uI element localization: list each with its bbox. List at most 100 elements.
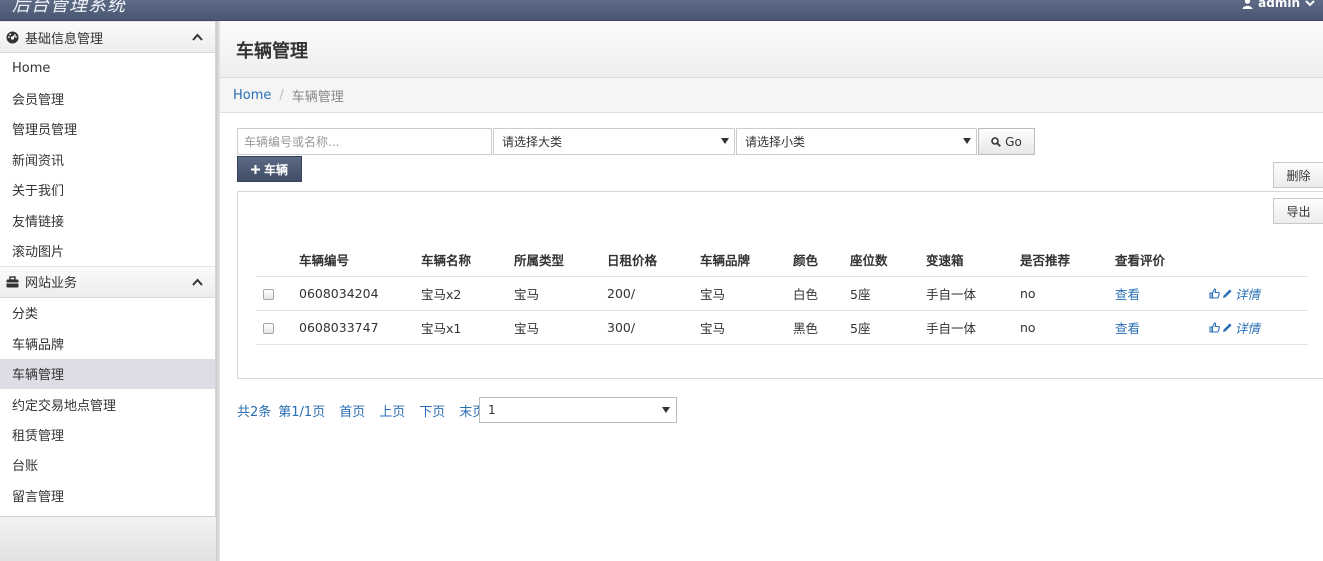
sidebar-item-car-management[interactable]: 车辆管理 [0,358,215,389]
sidebar-group-basic-info[interactable]: 基础信息管理 [0,21,215,53]
cell-brand: 宝马 [700,276,793,311]
sidebar-item-ledger[interactable]: 台账 [0,450,215,480]
breadcrumb-home-link[interactable]: Home [233,88,271,103]
table-panel: 车辆编号 车辆名称 所属类型 日租价格 车辆品牌 颜色 座位数 变速箱 是否推荐… [237,191,1323,379]
cell-actions: 详情 [1209,310,1308,345]
go-button[interactable]: Go [978,128,1035,155]
cell-type: 宝马 [514,310,607,345]
sidebar-item-admins[interactable]: 管理员管理 [0,114,215,144]
page-number-select[interactable]: 1 [479,397,677,423]
cell-recommend: no [1020,276,1115,311]
page-title: 车辆管理 [236,41,308,62]
cell-color: 黑色 [793,310,850,345]
sidebar-item-slides[interactable]: 滚动图片 [0,235,215,265]
user-icon [1242,0,1253,9]
view-review-link[interactable]: 查看 [1115,287,1140,302]
thumbs-up-icon[interactable] [1209,321,1220,333]
cell-brand: 宝马 [700,310,793,345]
table-row: 0608033747 宝马x1 宝马 300/ 宝马 黑色 5座 手自一体 no… [256,310,1308,345]
column-header: 座位数 [850,244,926,277]
row-select-cell [256,310,299,345]
column-header: 车辆名称 [421,244,514,277]
row-checkbox[interactable] [263,322,274,334]
cell-actions: 详情 [1209,276,1308,311]
sidebar-item-members[interactable]: 会员管理 [0,83,215,113]
cell-color: 白色 [793,276,850,311]
column-header: 查看评价 [1115,244,1209,277]
cell-review: 查看 [1115,310,1209,345]
column-header: 所属类型 [514,244,607,277]
category-select-value: 请选择大类 [502,135,563,149]
pager-prev-link[interactable]: 上页 [379,401,405,420]
breadcrumb-current: 车辆管理 [291,89,344,105]
sidebar-item-rental[interactable]: 租赁管理 [0,419,215,449]
plus-icon [250,164,260,174]
sidebar-group-label: 网站业务 [25,276,78,292]
cell-review: 查看 [1115,276,1209,311]
pencil-icon[interactable] [1222,288,1233,299]
caret-down-icon [1305,0,1315,6]
cell-seats: 5座 [850,276,926,311]
sidebar-item-category[interactable]: 分类 [0,298,215,328]
pencil-icon[interactable] [1222,322,1233,333]
subcategory-select-value: 请选择小类 [745,135,806,149]
sidebar: 基础信息管理 Home 会员管理 管理员管理 新闻资讯 关于我们 友情链接 滚动… [0,21,216,561]
pager-total: 共2条 [237,405,272,420]
cell-id: 0608034204 [299,276,421,311]
column-header: 车辆品牌 [700,244,793,277]
sidebar-item-news[interactable]: 新闻资讯 [0,144,215,174]
caret-down-icon [963,138,971,144]
pagination: 共2条 第1/1页 首页 上页 下页 末页 [237,398,499,423]
table-row: 0608034204 宝马x2 宝马 200/ 宝马 白色 5座 手自一体 no… [256,276,1308,311]
sidebar-item-about[interactable]: 关于我们 [0,175,215,205]
row-checkbox[interactable] [263,288,274,300]
cell-type: 宝马 [514,276,607,311]
app-title: 后台管理系统 [12,0,126,16]
briefcase-icon [5,275,19,289]
sidebar-group-business[interactable]: 网站业务 [0,265,215,298]
actions-column-header [1209,244,1308,277]
user-menu[interactable]: admin [1242,0,1315,10]
view-review-link[interactable]: 查看 [1115,321,1140,336]
add-car-button[interactable]: 车辆 [237,156,302,182]
cell-gearbox: 手自一体 [926,276,1020,311]
dashboard-icon [5,30,19,44]
sidebar-item-links[interactable]: 友情链接 [0,205,215,235]
cell-id: 0608033747 [299,310,421,345]
cell-recommend: no [1020,310,1115,345]
thumbs-up-icon[interactable] [1209,287,1220,299]
page-header [220,21,1323,78]
column-header: 车辆编号 [299,244,421,277]
pager-page-info: 第1/1页 [278,405,326,420]
pager-next-link[interactable]: 下页 [419,401,445,420]
top-bar: 后台管理系统 admin [0,0,1323,21]
category-select[interactable]: 请选择大类 [493,128,735,155]
table-header-row: 车辆编号 车辆名称 所属类型 日租价格 车辆品牌 颜色 座位数 变速箱 是否推荐… [256,244,1308,277]
select-column-header [256,244,299,277]
cell-name: 宝马x2 [421,276,514,311]
sidebar-item-messages[interactable]: 留言管理 [0,480,215,510]
subcategory-select[interactable]: 请选择小类 [736,128,977,155]
breadcrumb-separator: / [279,87,284,103]
main-content: 车辆管理 Home / 车辆管理 请选择大类 请选择小类 Go 车辆 删除 导出… [220,21,1323,561]
sidebar-item-home[interactable]: Home [0,53,215,83]
car-table: 车辆编号 车辆名称 所属类型 日租价格 车辆品牌 颜色 座位数 变速箱 是否推荐… [256,244,1308,345]
user-name: admin [1258,0,1300,10]
add-car-button-label: 车辆 [263,162,288,177]
chevron-up-icon [192,33,203,41]
breadcrumb: Home / 车辆管理 [220,78,1323,113]
cell-price: 300/ [607,310,700,345]
cell-gearbox: 手自一体 [926,310,1020,345]
row-select-cell [256,276,299,311]
page-number-value: 1 [488,403,496,417]
search-input[interactable] [237,128,492,155]
sidebar-item-trade-location[interactable]: 约定交易地点管理 [0,389,215,419]
cell-seats: 5座 [850,310,926,345]
pager-first-link[interactable]: 首页 [339,401,365,420]
column-header: 日租价格 [607,244,700,277]
detail-link[interactable]: 详情 [1235,318,1260,337]
column-header: 是否推荐 [1020,244,1115,277]
delete-button[interactable]: 删除 [1273,162,1323,188]
detail-link[interactable]: 详情 [1235,284,1260,303]
sidebar-item-car-brand[interactable]: 车辆品牌 [0,328,215,358]
